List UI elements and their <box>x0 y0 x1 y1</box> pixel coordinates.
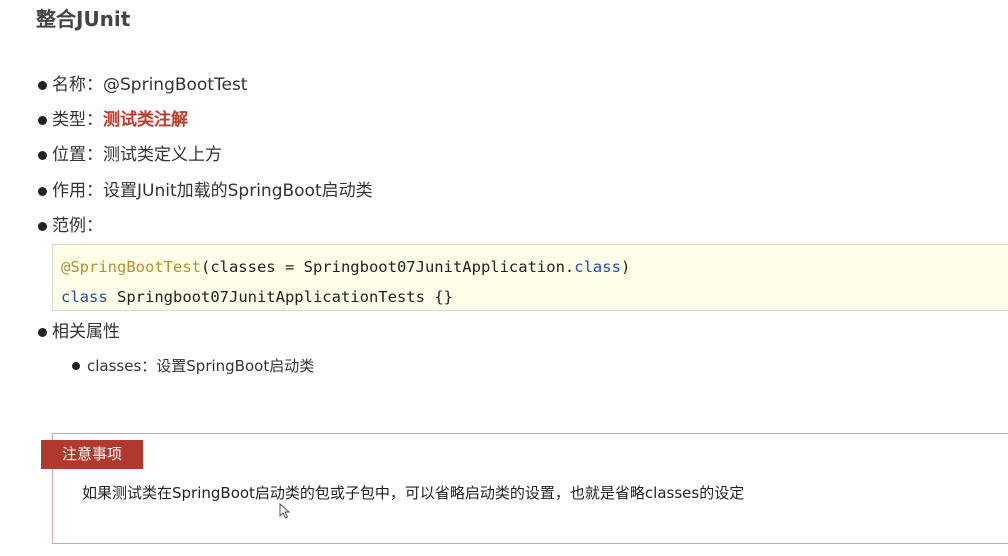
item-value: 设置JUnit加载的SpringBoot启动类 <box>103 181 373 201</box>
page-title: 整合JUnit <box>36 7 131 31</box>
note-text: 如果测试类在SpringBoot启动类的包或子包中，可以省略启动类的设置，也就是… <box>82 484 745 502</box>
code-example: @SpringBootTest(classes = Springboot07Ju… <box>52 244 1008 311</box>
code-annotation: @SpringBootTest <box>61 258 201 276</box>
code-line-1: @SpringBootTest(classes = Springboot07Ju… <box>61 255 630 279</box>
item-label: 名称： <box>52 75 103 95</box>
code-keyword: class <box>61 288 108 306</box>
item-value-highlight: 测试类注解 <box>103 110 188 130</box>
item-value: @SpringBootTest <box>103 75 248 95</box>
code-line-2: class Springboot07JunitApplicationTests … <box>61 285 453 309</box>
bullet-icon <box>38 187 47 196</box>
item-label: 位置： <box>52 145 103 165</box>
item-label: 类型： <box>52 110 103 130</box>
bullet-icon <box>38 328 47 337</box>
sub-item-value: 设置SpringBoot启动类 <box>156 357 315 375</box>
note-tag: 注意事项 <box>41 440 143 469</box>
sub-item-label: classes： <box>87 357 157 375</box>
code-keyword: class <box>574 258 621 276</box>
code-text: ) <box>620 258 631 276</box>
mouse-cursor-icon <box>279 503 291 519</box>
item-label: 相关属性 <box>52 322 120 342</box>
code-text: Springboot07JunitApplicationTests {} <box>107 288 453 306</box>
item-label: 范例： <box>52 216 103 236</box>
bullet-icon <box>38 222 47 231</box>
bullet-icon <box>38 151 47 160</box>
bullet-icon <box>38 81 47 90</box>
bullet-icon <box>38 116 47 125</box>
item-value: 测试类定义上方 <box>103 145 222 165</box>
code-text: (classes = Springboot07JunitApplication. <box>200 258 575 276</box>
item-label: 作用： <box>52 181 103 201</box>
bullet-icon <box>72 362 80 370</box>
